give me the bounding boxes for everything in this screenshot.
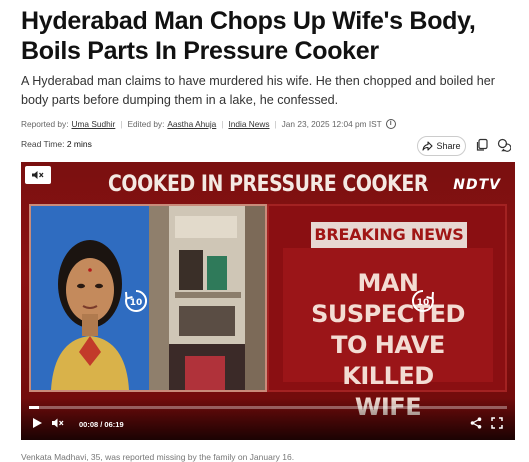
section-link[interactable]: India News (228, 119, 269, 129)
breaking-news-panel: BREAKING NEWS MAN SUSPECTED TO HAVE KILL… (267, 204, 507, 421)
news-headline-line: TO HAVE KILLED (331, 331, 445, 390)
play-icon[interactable] (31, 417, 43, 429)
seek-back-icon[interactable]: 10 (123, 288, 149, 314)
read-time: Read Time: 2 mins (21, 139, 92, 149)
news-headline-box: MAN SUSPECTED TO HAVE KILLED WIFE (283, 248, 493, 421)
edited-by-label: Edited by: (127, 119, 165, 129)
comment-icon[interactable] (497, 138, 511, 152)
seek-back-label: 10 (130, 298, 143, 308)
share-arrow-icon (422, 141, 434, 151)
meta-divider: | (221, 119, 224, 129)
share-label: Share (436, 141, 461, 151)
share-network-icon[interactable] (470, 417, 482, 429)
photo-panel: 10 (29, 204, 267, 392)
volume-muted-icon[interactable] (51, 417, 65, 429)
copy-icon[interactable] (475, 138, 489, 152)
reporter-link[interactable]: Uma Sudhir (72, 119, 116, 129)
info-icon[interactable]: i (385, 119, 396, 129)
publish-date: Jan 23, 2025 12:04 pm IST (281, 119, 382, 129)
video-progress-fill (29, 406, 39, 409)
editor-link[interactable]: Aastha Ahuja (167, 119, 216, 129)
news-headline-line: MAN SUSPECTED (311, 269, 465, 328)
video-progress-bar[interactable] (29, 406, 507, 409)
meta-divider: | (120, 119, 123, 129)
video-banner-title: COOKED IN PRESSURE COOKER (107, 172, 429, 197)
seek-forward-icon[interactable]: 10 (410, 288, 436, 314)
read-time-label: Read Time: (21, 139, 65, 149)
video-controls-bar (21, 398, 515, 440)
seek-forward-label: 10 (417, 298, 430, 308)
article-summary: A Hyderabad man claims to have murdered … (21, 74, 495, 107)
read-time-value: 2 mins (66, 139, 92, 149)
speaker-muted-icon (32, 171, 44, 179)
article-headline: Hyderabad Man Chops Up Wife's Body, Boil… (21, 7, 476, 65)
breaking-news-label: BREAKING NEWS (311, 222, 467, 248)
video-caption: Venkata Madhavi, 35, was reported missin… (21, 452, 295, 462)
video-time-display: 00:08 / 06:19 (79, 420, 124, 429)
fullscreen-icon[interactable] (491, 417, 503, 429)
share-button[interactable]: Share (417, 136, 466, 156)
meta-divider: | (274, 119, 277, 129)
reported-by-label: Reported by: (21, 119, 69, 129)
article-meta: Reported by: Uma Sudhir | Edited by: Aas… (21, 117, 396, 131)
ndtv-logo: NDTV (453, 177, 501, 193)
mute-toggle-button[interactable] (25, 166, 51, 184)
building-photo-image (149, 206, 265, 390)
video-player[interactable]: COOKED IN PRESSURE COOKER NDTV 10 BREAKI… (21, 162, 515, 440)
